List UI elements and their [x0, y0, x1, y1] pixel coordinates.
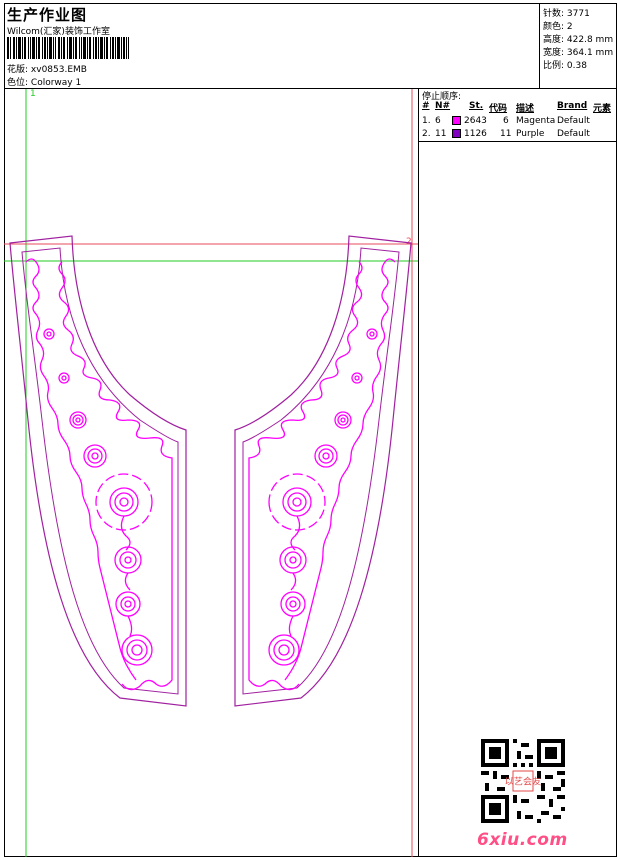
left-collar-panel	[9, 235, 187, 707]
watermark-text: 6xiu.com	[477, 830, 568, 850]
qr-code-image: 以艺会友	[481, 739, 565, 823]
right-collar-panel	[234, 235, 412, 707]
qr-stamp-text: 以艺会友	[505, 776, 542, 788]
embroidery-canvas: 1 2	[4, 89, 418, 857]
guide-marker-1: 1	[30, 89, 36, 99]
